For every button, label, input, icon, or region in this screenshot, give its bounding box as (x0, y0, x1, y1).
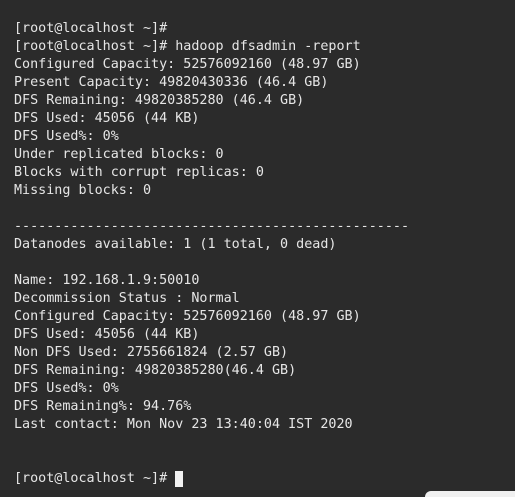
terminal-line: Under replicated blocks: 0 (14, 147, 224, 162)
terminal-line: Name: 192.168.1.9:50010 (14, 273, 200, 288)
terminal-line: Missing blocks: 0 (14, 183, 152, 198)
terminal-line: DFS Used%: 0% (14, 381, 119, 396)
terminal-line: Configured Capacity: 52576092160 (48.97 … (14, 57, 361, 72)
terminal-window[interactable]: [root@localhost ~]# [root@localhost ~]# … (0, 0, 515, 497)
terminal-line: DFS Remaining: 49820385280(46.4 GB) (14, 363, 297, 378)
terminal-line: DFS Used: 45056 (44 KB) (14, 111, 200, 126)
terminal-line: [root@localhost ~]# hadoop dfsadmin -rep… (14, 39, 361, 54)
terminal-line: Non DFS Used: 2755661824 (2.57 GB) (14, 345, 289, 360)
terminal-line: DFS Remaining%: 94.76% (14, 399, 192, 414)
window-corner (425, 491, 515, 497)
terminal-prompt: [root@localhost ~]# (14, 471, 168, 486)
terminal-line: Configured Capacity: 52576092160 (48.97 … (14, 309, 361, 324)
terminal-separator: ----------------------------------------… (14, 219, 410, 234)
terminal-line: Last contact: Mon Nov 23 13:40:04 IST 20… (14, 417, 353, 432)
terminal-prompt-line[interactable]: [root@localhost ~]# (14, 470, 515, 488)
terminal-line: Blocks with corrupt replicas: 0 (14, 165, 264, 180)
terminal-line: DFS Used%: 0% (14, 129, 119, 144)
text-cursor (175, 471, 184, 487)
terminal-line: DFS Used: 45056 (44 KB) (14, 327, 200, 342)
terminal-line: [root@localhost ~]# (14, 21, 168, 36)
terminal-line: Datanodes available: 1 (1 total, 0 dead) (14, 237, 337, 252)
terminal-line: DFS Remaining: 49820385280 (46.4 GB) (14, 93, 305, 108)
terminal-line: Decommission Status : Normal (14, 291, 240, 306)
terminal-line: Present Capacity: 49820430336 (46.4 GB) (14, 75, 329, 90)
